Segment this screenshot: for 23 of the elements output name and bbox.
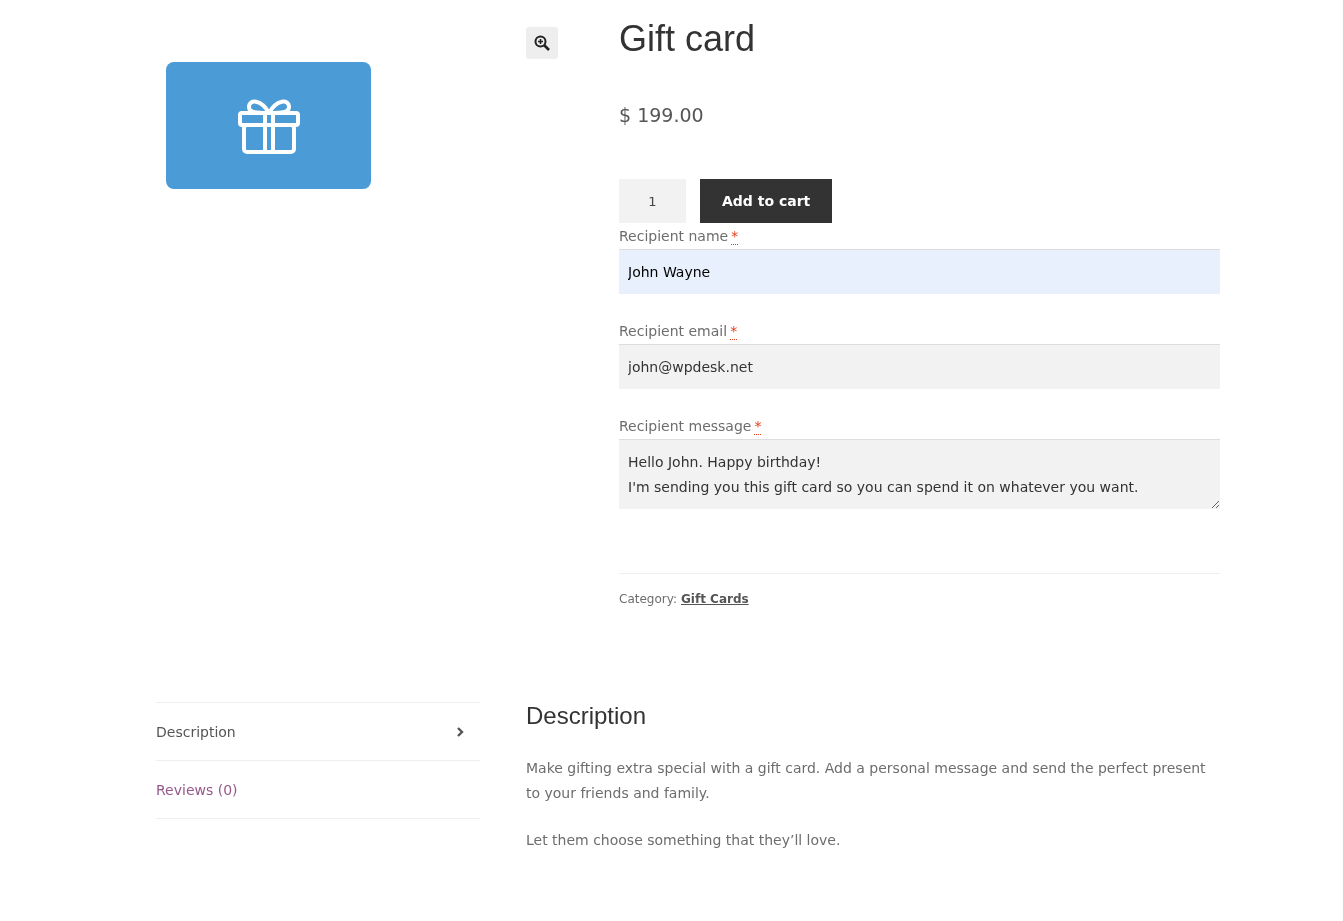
field-label: Recipient message — [619, 418, 752, 434]
quantity-field[interactable]: 1 — [619, 179, 686, 223]
zoom-button[interactable] — [526, 27, 558, 59]
zoom-in-icon — [534, 35, 550, 51]
product-price: $ 199.00 — [619, 104, 705, 126]
description-paragraph: Make gifting extra special with a gift card. Add a personal message and send the perfect present to your friends and family. — [526, 759, 1207, 803]
chevron-right-icon — [456, 726, 464, 737]
tab[interactable]: Reviews (0) — [156, 761, 480, 819]
required-mark: * — [731, 228, 739, 245]
message-field[interactable]: Hello John. Happy birthday! I'm sending you this gift card so you can spend it on whatever you want. — [619, 439, 1220, 509]
category-label: Category: — [619, 592, 677, 606]
required-mark: * — [754, 418, 762, 435]
field-label: Recipient name — [619, 228, 729, 244]
add-to-cart-button[interactable]: Add to cart — [700, 179, 833, 223]
description-paragraph: Let them choose something that they’ll love. — [526, 831, 842, 850]
tab[interactable]: Description — [156, 703, 480, 761]
text-field[interactable]: John Wayne — [619, 249, 1220, 294]
text-field[interactable]: john@wpdesk.net — [619, 344, 1220, 389]
category-link[interactable]: Gift Cards — [681, 592, 749, 606]
field-label: Recipient email — [619, 323, 728, 339]
panel-heading: Description — [526, 702, 648, 730]
product-title: Gift card — [619, 17, 757, 61]
required-mark: * — [730, 323, 738, 340]
